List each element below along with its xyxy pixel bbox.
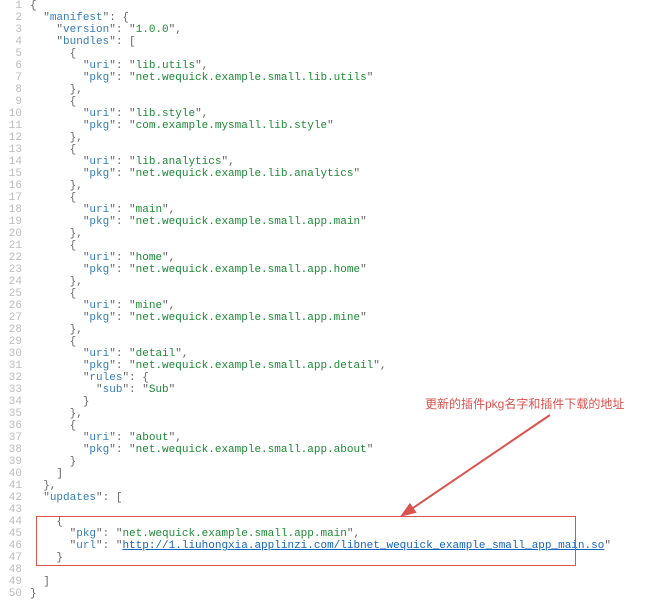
code-line: "version": "1.0.0",: [30, 24, 611, 36]
code-line: "uri": "mine",: [30, 300, 611, 312]
code-line: {: [30, 288, 611, 300]
code-line: "uri": "main",: [30, 204, 611, 216]
line-number: 34: [0, 396, 22, 408]
line-number: 31: [0, 360, 22, 372]
line-number: 24: [0, 276, 22, 288]
code-line: {: [30, 336, 611, 348]
code-line: {: [30, 0, 611, 12]
code-line: "bundles": [: [30, 36, 611, 48]
line-number: 50: [0, 588, 22, 600]
code-line: },: [30, 324, 611, 336]
code-line: "uri": "detail",: [30, 348, 611, 360]
code-line: },: [30, 228, 611, 240]
line-number: 13: [0, 144, 22, 156]
line-number: 16: [0, 180, 22, 192]
code-line: "rules": {: [30, 372, 611, 384]
code-line: "pkg": "net.wequick.example.lib.analytic…: [30, 168, 611, 180]
code-line: "manifest": {: [30, 12, 611, 24]
code-line: },: [30, 84, 611, 96]
code-line: "pkg": "net.wequick.example.small.app.de…: [30, 360, 611, 372]
line-number: 4: [0, 36, 22, 48]
line-number: 15: [0, 168, 22, 180]
code-line: }: [30, 588, 611, 600]
line-number: 28: [0, 324, 22, 336]
line-number: 48: [0, 564, 22, 576]
code-line: {: [30, 48, 611, 60]
line-number: 43: [0, 504, 22, 516]
line-number: 19: [0, 216, 22, 228]
line-number: 17: [0, 192, 22, 204]
line-number: 20: [0, 228, 22, 240]
code-line: ]: [30, 576, 611, 588]
line-number: 18: [0, 204, 22, 216]
line-number: 11: [0, 120, 22, 132]
line-number: 8: [0, 84, 22, 96]
code-line: },: [30, 276, 611, 288]
line-number: 36: [0, 420, 22, 432]
line-number: 5: [0, 48, 22, 60]
code-line: "pkg": "net.wequick.example.small.app.ho…: [30, 264, 611, 276]
line-number: 33: [0, 384, 22, 396]
line-number: 45: [0, 528, 22, 540]
code-line: "pkg": "com.example.mysmall.lib.style": [30, 120, 611, 132]
line-number: 37: [0, 432, 22, 444]
line-number: 47: [0, 552, 22, 564]
code-line: "uri": "lib.utils",: [30, 60, 611, 72]
line-number: 21: [0, 240, 22, 252]
code-line: "uri": "lib.style",: [30, 108, 611, 120]
code-line: {: [30, 240, 611, 252]
line-number: 22: [0, 252, 22, 264]
line-number: 9: [0, 96, 22, 108]
line-number: 14: [0, 156, 22, 168]
line-number: 44: [0, 516, 22, 528]
code-line: "pkg": "net.wequick.example.small.app.ma…: [30, 216, 611, 228]
line-number: 10: [0, 108, 22, 120]
line-number: 12: [0, 132, 22, 144]
code-line: },: [30, 180, 611, 192]
line-number: 26: [0, 300, 22, 312]
annotation-arrow-icon: [400, 410, 560, 520]
line-number: 46: [0, 540, 22, 552]
line-number: 30: [0, 348, 22, 360]
code-line: },: [30, 132, 611, 144]
line-number: 7: [0, 72, 22, 84]
line-number: 39: [0, 456, 22, 468]
line-number: 40: [0, 468, 22, 480]
line-number: 29: [0, 336, 22, 348]
line-number-gutter: 1234567891011121314151617181920212223242…: [0, 0, 26, 600]
code-line: {: [30, 96, 611, 108]
line-number: 32: [0, 372, 22, 384]
line-number: 49: [0, 576, 22, 588]
updates-highlight-box: [36, 516, 576, 566]
line-number: 2: [0, 12, 22, 24]
screenshot-root: 1234567891011121314151617181920212223242…: [0, 0, 665, 600]
line-number: 6: [0, 60, 22, 72]
code-line: "pkg": "net.wequick.example.small.app.mi…: [30, 312, 611, 324]
line-number: 23: [0, 264, 22, 276]
line-number: 3: [0, 24, 22, 36]
line-number: 42: [0, 492, 22, 504]
line-number: 1: [0, 0, 22, 12]
line-number: 41: [0, 480, 22, 492]
code-line: "uri": "home",: [30, 252, 611, 264]
line-number: 25: [0, 288, 22, 300]
line-number: 27: [0, 312, 22, 324]
code-line: "uri": "lib.analytics",: [30, 156, 611, 168]
code-line: {: [30, 192, 611, 204]
line-number: 35: [0, 408, 22, 420]
code-line: {: [30, 144, 611, 156]
line-number: 38: [0, 444, 22, 456]
code-line: "pkg": "net.wequick.example.small.lib.ut…: [30, 72, 611, 84]
